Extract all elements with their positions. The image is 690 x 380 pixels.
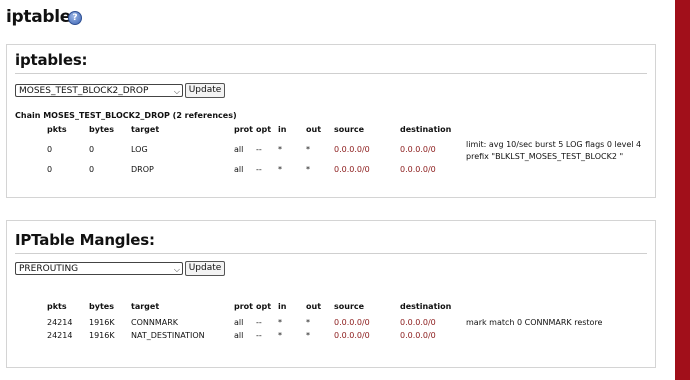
cell-destination: 0.0.0.0/0	[400, 318, 436, 327]
cell-opt: --	[256, 331, 262, 340]
col-in: in	[278, 125, 287, 134]
cell-in: *	[278, 318, 282, 327]
cell-prot: all	[234, 145, 244, 154]
panel-divider	[15, 73, 647, 74]
cell-in: *	[278, 165, 282, 174]
cell-source: 0.0.0.0/0	[334, 145, 370, 154]
chain-title: Chain MOSES_TEST_BLOCK2_DROP (2 referenc…	[15, 111, 237, 120]
update-button[interactable]: Update	[185, 83, 225, 98]
cell-destination: 0.0.0.0/0	[400, 165, 436, 174]
col-target: target	[131, 302, 160, 311]
col-out: out	[306, 302, 322, 311]
cell-out: *	[306, 318, 310, 327]
cell-source: 0.0.0.0/0	[334, 318, 370, 327]
col-source: source	[334, 125, 365, 134]
col-in: in	[278, 302, 287, 311]
cell-bytes: 1916K	[89, 318, 115, 327]
mangle-chain-select[interactable]: PREROUTING ⌵	[15, 262, 183, 275]
col-destination: destination	[400, 302, 452, 311]
col-opt: opt	[256, 302, 272, 311]
cell-opt: --	[256, 145, 262, 154]
cell-opt: --	[256, 318, 262, 327]
cell-target: NAT_DESTINATION	[131, 331, 205, 340]
cell-bytes: 0	[89, 145, 95, 154]
col-source: source	[334, 302, 365, 311]
cell-pkts: 24214	[47, 318, 73, 327]
cell-pkts: 24214	[47, 331, 73, 340]
col-prot: prot	[234, 125, 253, 134]
cell-prot: all	[234, 318, 244, 327]
cell-extra-line2: prefix "BLKLST_MOSES_TEST_BLOCK2 "	[466, 152, 624, 161]
col-prot: prot	[234, 302, 253, 311]
col-opt: opt	[256, 125, 272, 134]
cell-prot: all	[234, 165, 244, 174]
iptables-panel: iptables: MOSES_TEST_BLOCK2_DROP ⌵ Updat…	[6, 44, 656, 198]
cell-extra: mark match 0 CONNMARK restore	[466, 318, 603, 327]
cell-in: *	[278, 145, 282, 154]
chain-select[interactable]: MOSES_TEST_BLOCK2_DROP ⌵	[15, 84, 183, 97]
cell-target: LOG	[131, 145, 148, 154]
col-pkts: pkts	[47, 302, 67, 311]
panel-heading: iptables:	[15, 51, 88, 69]
cell-bytes: 1916K	[89, 331, 115, 340]
cell-extra-line1: limit: avg 10/sec burst 5 LOG flags 0 le…	[466, 140, 642, 149]
mangles-panel: IPTable Mangles: PREROUTING ⌵ Update pkt…	[6, 220, 656, 368]
help-icon[interactable]: ?	[68, 11, 82, 25]
panel-heading: IPTable Mangles:	[15, 231, 155, 249]
cell-target: DROP	[131, 165, 154, 174]
cell-destination: 0.0.0.0/0	[400, 145, 436, 154]
cell-in: *	[278, 331, 282, 340]
cell-pkts: 0	[47, 145, 53, 154]
scrollbar[interactable]	[675, 0, 690, 380]
cell-opt: --	[256, 165, 262, 174]
col-bytes: bytes	[89, 302, 114, 311]
chain-select-value: MOSES_TEST_BLOCK2_DROP	[19, 86, 149, 96]
chevron-down-icon: ⌵	[173, 265, 180, 274]
panel-divider	[15, 253, 647, 254]
col-target: target	[131, 125, 160, 134]
cell-out: *	[306, 165, 310, 174]
cell-pkts: 0	[47, 165, 53, 174]
mangle-chain-select-value: PREROUTING	[19, 264, 79, 274]
col-bytes: bytes	[89, 125, 114, 134]
cell-out: *	[306, 331, 310, 340]
cell-bytes: 0	[89, 165, 95, 174]
cell-source: 0.0.0.0/0	[334, 331, 370, 340]
col-destination: destination	[400, 125, 452, 134]
col-out: out	[306, 125, 322, 134]
col-pkts: pkts	[47, 125, 67, 134]
chevron-down-icon: ⌵	[173, 87, 180, 96]
cell-destination: 0.0.0.0/0	[400, 331, 436, 340]
cell-source: 0.0.0.0/0	[334, 165, 370, 174]
cell-out: *	[306, 145, 310, 154]
cell-prot: all	[234, 331, 244, 340]
cell-target: CONNMARK	[131, 318, 179, 327]
update-button[interactable]: Update	[185, 261, 225, 276]
